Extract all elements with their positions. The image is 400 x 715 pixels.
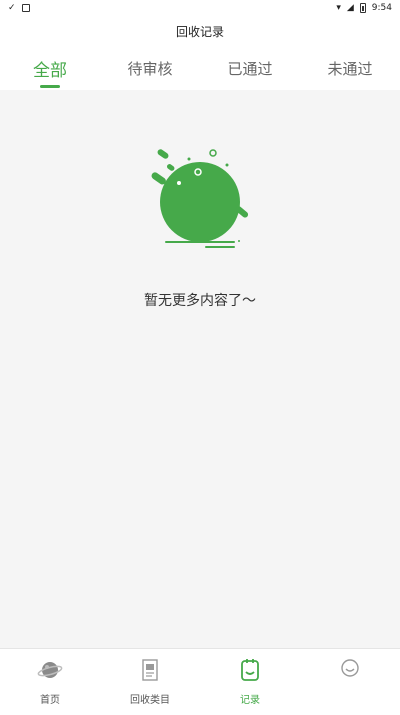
nav-home[interactable]: 首页 <box>0 649 100 715</box>
nav-label: 回收类目 <box>130 695 170 706</box>
signal-icon: ◢ <box>346 3 354 13</box>
wifi-icon: ▾ <box>336 3 341 13</box>
status-bar: ✓ ▾ ◢ 9:54 <box>0 0 400 16</box>
tab-rejected[interactable]: 未通过 <box>300 46 400 90</box>
clipboard-icon <box>241 659 259 681</box>
status-right: ▾ ◢ 9:54 <box>336 0 392 16</box>
status-time: 9:54 <box>371 3 392 13</box>
nav-label: 首页 <box>40 695 60 706</box>
title-bar: 回收记录 <box>0 16 400 46</box>
tab-pending[interactable]: 待审核 <box>100 46 200 90</box>
tab-label: 未通过 <box>327 59 373 78</box>
nav-records[interactable]: 记录 <box>200 649 300 715</box>
active-tab-indicator <box>40 85 60 88</box>
nav-profile[interactable] <box>300 649 400 715</box>
records-list-area: 暂无更多内容了～ <box>0 90 400 648</box>
tab-label: 全部 <box>33 60 67 81</box>
nav-label: 记录 <box>240 695 260 706</box>
document-icon <box>142 659 158 681</box>
empty-state-illustration <box>151 149 249 248</box>
status-left: ✓ <box>8 0 30 16</box>
tab-label: 待审核 <box>127 59 173 78</box>
bottom-nav: 首页 回收类目 记录 <box>0 648 400 715</box>
empty-state-message: 暂无更多内容了～ <box>144 293 256 309</box>
tab-approved[interactable]: 已通过 <box>200 46 300 90</box>
nav-recycle-categories[interactable]: 回收类目 <box>100 649 200 715</box>
tab-label: 已通过 <box>227 59 273 78</box>
smile-icon <box>341 659 359 677</box>
page-title: 回收记录 <box>175 24 224 39</box>
check-icon: ✓ <box>8 3 16 13</box>
notification-icon <box>21 4 30 12</box>
tab-bar: 全部 待审核 已通过 未通过 <box>0 46 400 90</box>
planet-icon <box>37 662 63 678</box>
tab-all[interactable]: 全部 <box>0 46 100 90</box>
battery-icon <box>359 3 366 13</box>
